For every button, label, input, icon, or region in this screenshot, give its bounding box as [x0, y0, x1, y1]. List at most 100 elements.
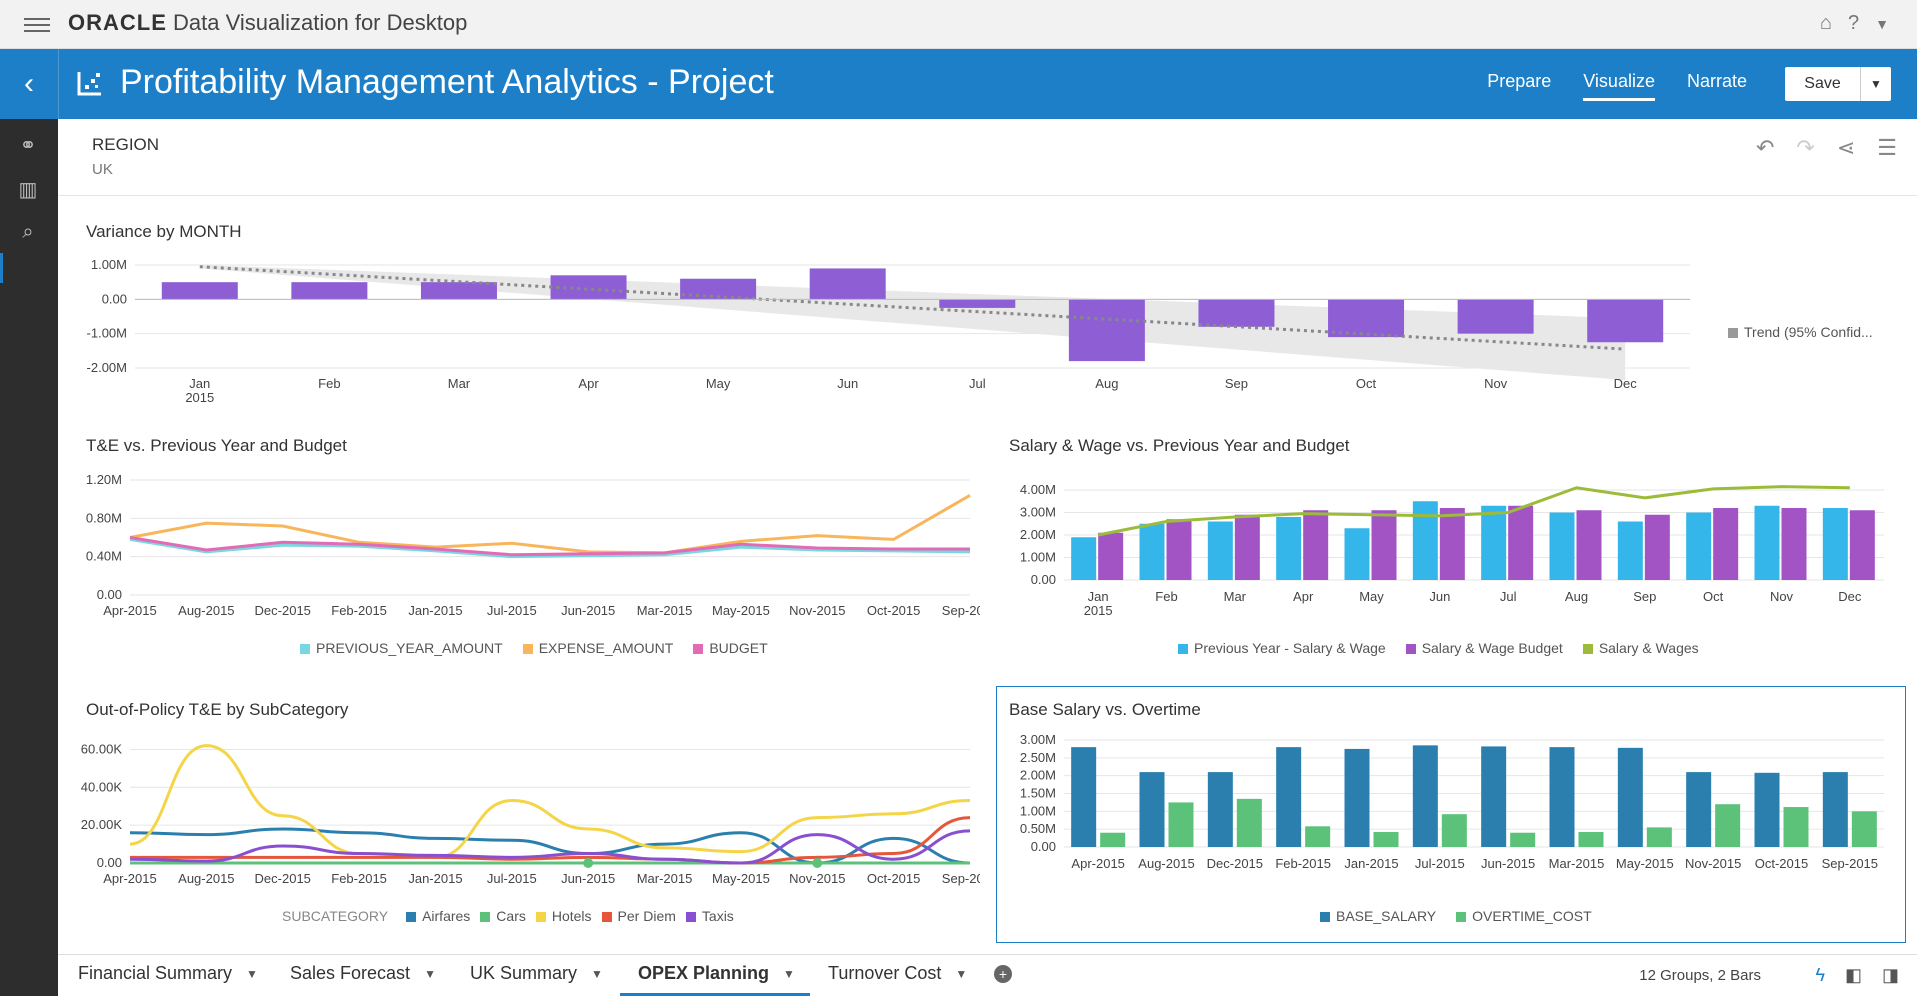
canvas-tab[interactable]: Financial Summary ▼: [78, 963, 258, 984]
legend-label: Previous Year - Salary & Wage: [1194, 640, 1386, 656]
bar: [1276, 517, 1302, 580]
chevron-down-icon[interactable]: ▼: [424, 967, 436, 981]
x-tick-label: Mar: [1224, 589, 1247, 604]
tab-narrate[interactable]: Narrate: [1687, 71, 1747, 101]
filter-label[interactable]: REGION: [92, 135, 159, 155]
legend-swatch: [535, 912, 546, 923]
bar: [1781, 508, 1807, 580]
legend-title: SUBCATEGORY: [282, 908, 389, 924]
save-dropdown-icon[interactable]: ▼: [1860, 67, 1891, 101]
canvas-tab-active[interactable]: OPEX Planning ▼: [638, 963, 795, 984]
x-tick-label: Nov: [1484, 376, 1508, 391]
bar: [1071, 747, 1097, 847]
y-tick-label: 0.00: [1031, 839, 1056, 854]
salary-legend: Previous Year - Salary & Wage Salary & W…: [1178, 640, 1699, 656]
chevron-down-icon[interactable]: ▼: [591, 967, 603, 981]
tab-label: Financial Summary: [78, 963, 233, 983]
share-icon[interactable]: ⋖: [1837, 135, 1855, 161]
auto-apply-icon[interactable]: ϟ: [1815, 965, 1825, 986]
oop-title: Out-of-Policy T&E by SubCategory: [86, 700, 349, 719]
chevron-down-icon[interactable]: ▼: [783, 967, 795, 981]
variance-legend: Trend (95% Confid...: [1728, 324, 1873, 340]
legend-swatch: [693, 644, 704, 655]
visualizations-icon[interactable]: ▥: [14, 177, 42, 201]
x-tick-label: Jun: [837, 376, 858, 391]
bar: [1100, 832, 1126, 847]
save-button-group: Save ▼: [1785, 67, 1891, 101]
bar: [1166, 519, 1192, 580]
variance-chart[interactable]: 1.00M 0.00 -1.00M -2.00M Jan2015 Feb Mar Apr May…: [70, 250, 1700, 410]
undo-icon[interactable]: ↶: [1756, 135, 1774, 161]
te-legend: PREVIOUS_YEAR_AMOUNT EXPENSE_AMOUNT BUDG…: [300, 640, 768, 656]
legend-label: Salary & Wage Budget: [1421, 640, 1563, 656]
bar: [550, 275, 627, 300]
bar: [1207, 521, 1233, 580]
base-chart[interactable]: 3.00M 2.50M 2.00M 1.50M 1.00M 0.50M 0.00 Apr-20…: [994, 722, 1894, 897]
legend-label: Cars: [496, 908, 526, 924]
bar: [1849, 510, 1875, 580]
panel-left-icon[interactable]: ◧: [1845, 965, 1862, 986]
legend-label: Hotels: [551, 908, 592, 924]
x-tick-label: May: [1359, 589, 1384, 604]
menu-icon[interactable]: [24, 14, 50, 34]
bar: [1686, 512, 1712, 580]
legend-swatch: [480, 912, 491, 923]
legend-label: PREVIOUS_YEAR_AMOUNT: [316, 640, 503, 656]
bar: [1344, 748, 1370, 847]
save-button[interactable]: Save: [1785, 67, 1860, 101]
bar: [1510, 832, 1536, 847]
project-header: ‹ Profitability Management Analytics - P…: [0, 49, 1917, 119]
y-tick-label: 0.80M: [86, 510, 122, 525]
x-tick-label: Feb-2015: [331, 871, 387, 886]
filter-value[interactable]: UK: [92, 161, 113, 178]
y-tick-label: 2.50M: [1020, 750, 1056, 765]
salary-chart[interactable]: 4.00M 3.00M 2.00M 1.00M 0.00 Jan2015 Feb Mar Apr…: [994, 465, 1894, 625]
bar: [1822, 772, 1848, 847]
chevron-down-icon[interactable]: ▼: [955, 967, 967, 981]
analytics-icon[interactable]: ⌕: [14, 221, 42, 245]
x-tick-label: Dec: [1614, 376, 1638, 391]
bar: [420, 282, 497, 300]
bar: [1207, 772, 1233, 847]
legend-swatch: [1405, 644, 1416, 655]
bar: [1754, 505, 1780, 580]
bar: [1439, 508, 1465, 580]
te-chart[interactable]: 1.20M 0.80M 0.40M 0.00Apr-2015 Aug-2015 Dec-2…: [70, 465, 980, 625]
x-tick-label: Oct-2015: [867, 603, 920, 618]
x-tick-label: Oct-2015: [1755, 856, 1808, 871]
add-canvas-icon[interactable]: +: [994, 965, 1012, 983]
bar: [1139, 772, 1165, 847]
home-icon[interactable]: ⌂: [1820, 12, 1832, 36]
oop-chart[interactable]: 60.00K 40.00K 20.00K 0.00Apr-2015 Aug-2015 De…: [70, 735, 980, 895]
chevron-down-icon[interactable]: ▼: [246, 967, 258, 981]
data-elements-icon[interactable]: ⚭: [14, 133, 42, 157]
chevron-down-icon[interactable]: ▼: [1875, 12, 1889, 36]
help-icon[interactable]: ?: [1848, 12, 1859, 36]
x-tick-label: Jun-2015: [561, 871, 615, 886]
back-button[interactable]: ‹: [0, 49, 59, 119]
tab-prepare[interactable]: Prepare: [1487, 71, 1551, 101]
tab-visualize[interactable]: Visualize: [1583, 71, 1655, 101]
canvas-tab[interactable]: Sales Forecast ▼: [290, 963, 436, 984]
variance-title: Variance by MONTH: [86, 222, 242, 241]
redo-icon[interactable]: ↷: [1796, 135, 1814, 161]
bar: [1822, 508, 1848, 580]
panel-right-icon[interactable]: ◨: [1882, 965, 1899, 986]
x-tick-label: May: [706, 376, 731, 391]
x-tick-label: Jan: [1088, 589, 1109, 604]
x-tick-label: Sep: [1633, 589, 1656, 604]
list-menu-icon[interactable]: ☰: [1877, 135, 1897, 161]
x-tick-label: May-2015: [712, 603, 770, 618]
x-tick-label: 2015: [185, 390, 214, 405]
x-tick-label: Jun-2015: [1481, 856, 1535, 871]
canvas-tab[interactable]: Turnover Cost ▼: [828, 963, 967, 984]
x-tick-label: Nov-2015: [1685, 856, 1741, 871]
legend-label: Salary & Wages: [1598, 640, 1699, 656]
x-tick-label: Jun-2015: [561, 603, 615, 618]
y-tick-label: 0.00: [97, 855, 122, 870]
bar: [1715, 804, 1741, 847]
y-tick-label: 2.00M: [1020, 768, 1056, 783]
x-tick-label: Mar-2015: [637, 871, 693, 886]
canvas-tab[interactable]: UK Summary ▼: [470, 963, 603, 984]
legend-swatch: [300, 644, 310, 655]
